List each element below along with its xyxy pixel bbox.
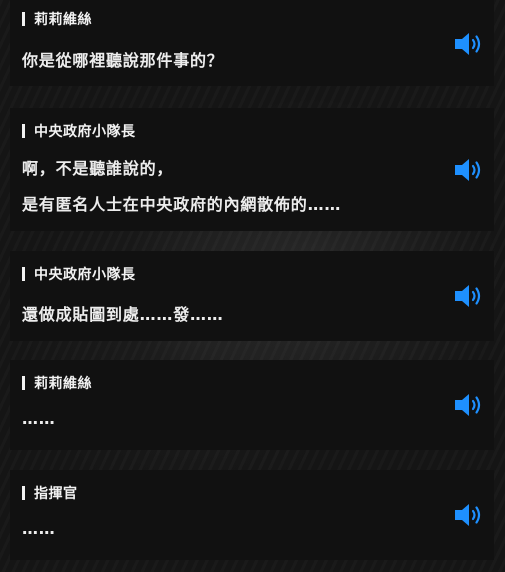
speaker-sound-icon[interactable] — [452, 501, 484, 529]
dialogue-entry: 莉莉維絲 你是從哪裡聽說那件事的？ — [10, 0, 494, 86]
speaker-row: 莉莉維絲 — [22, 373, 92, 393]
speaker-name: 莉莉維絲 — [34, 376, 92, 392]
dialogue-line: 你是從哪裡聽說那件事的？ — [22, 51, 224, 70]
speaker-row: 莉莉維絲 — [22, 9, 92, 29]
speaker-sound-icon[interactable] — [452, 282, 484, 310]
dialogue-entry: 莉莉維絲 …… — [10, 360, 494, 450]
speaker-sound-icon[interactable] — [452, 391, 484, 419]
speaker-marker — [22, 124, 25, 138]
speaker-sound-icon[interactable] — [452, 156, 484, 184]
speaker-marker — [22, 486, 25, 500]
speaker-marker — [22, 267, 25, 281]
speaker-row: 指揮官 — [22, 483, 78, 503]
dialogue-line: …… — [22, 519, 56, 538]
dialogue-entry: 中央政府小隊長 還做成貼圖到處……發…… — [10, 251, 494, 341]
dialogue-entry: 指揮官 …… — [10, 470, 494, 560]
speaker-sound-icon[interactable] — [452, 30, 484, 58]
dialogue-line: 是有匿名人士在中央政府的內網散佈的…… — [22, 195, 342, 214]
speaker-marker — [22, 376, 25, 390]
dialogue-line: …… — [22, 409, 56, 428]
speaker-row: 中央政府小隊長 — [22, 264, 136, 284]
dialogue-line: 還做成貼圖到處……發…… — [22, 305, 224, 324]
speaker-name: 中央政府小隊長 — [34, 267, 136, 283]
speaker-marker — [22, 12, 25, 26]
speaker-name: 莉莉維絲 — [34, 12, 92, 28]
speaker-name: 中央政府小隊長 — [34, 124, 136, 140]
dialogue-entry: 中央政府小隊長 啊，不是聽誰說的， 是有匿名人士在中央政府的內網散佈的…… — [10, 108, 494, 231]
speaker-name: 指揮官 — [34, 486, 78, 502]
speaker-row: 中央政府小隊長 — [22, 121, 136, 141]
dialogue-line: 啊，不是聽誰說的， — [22, 159, 174, 178]
